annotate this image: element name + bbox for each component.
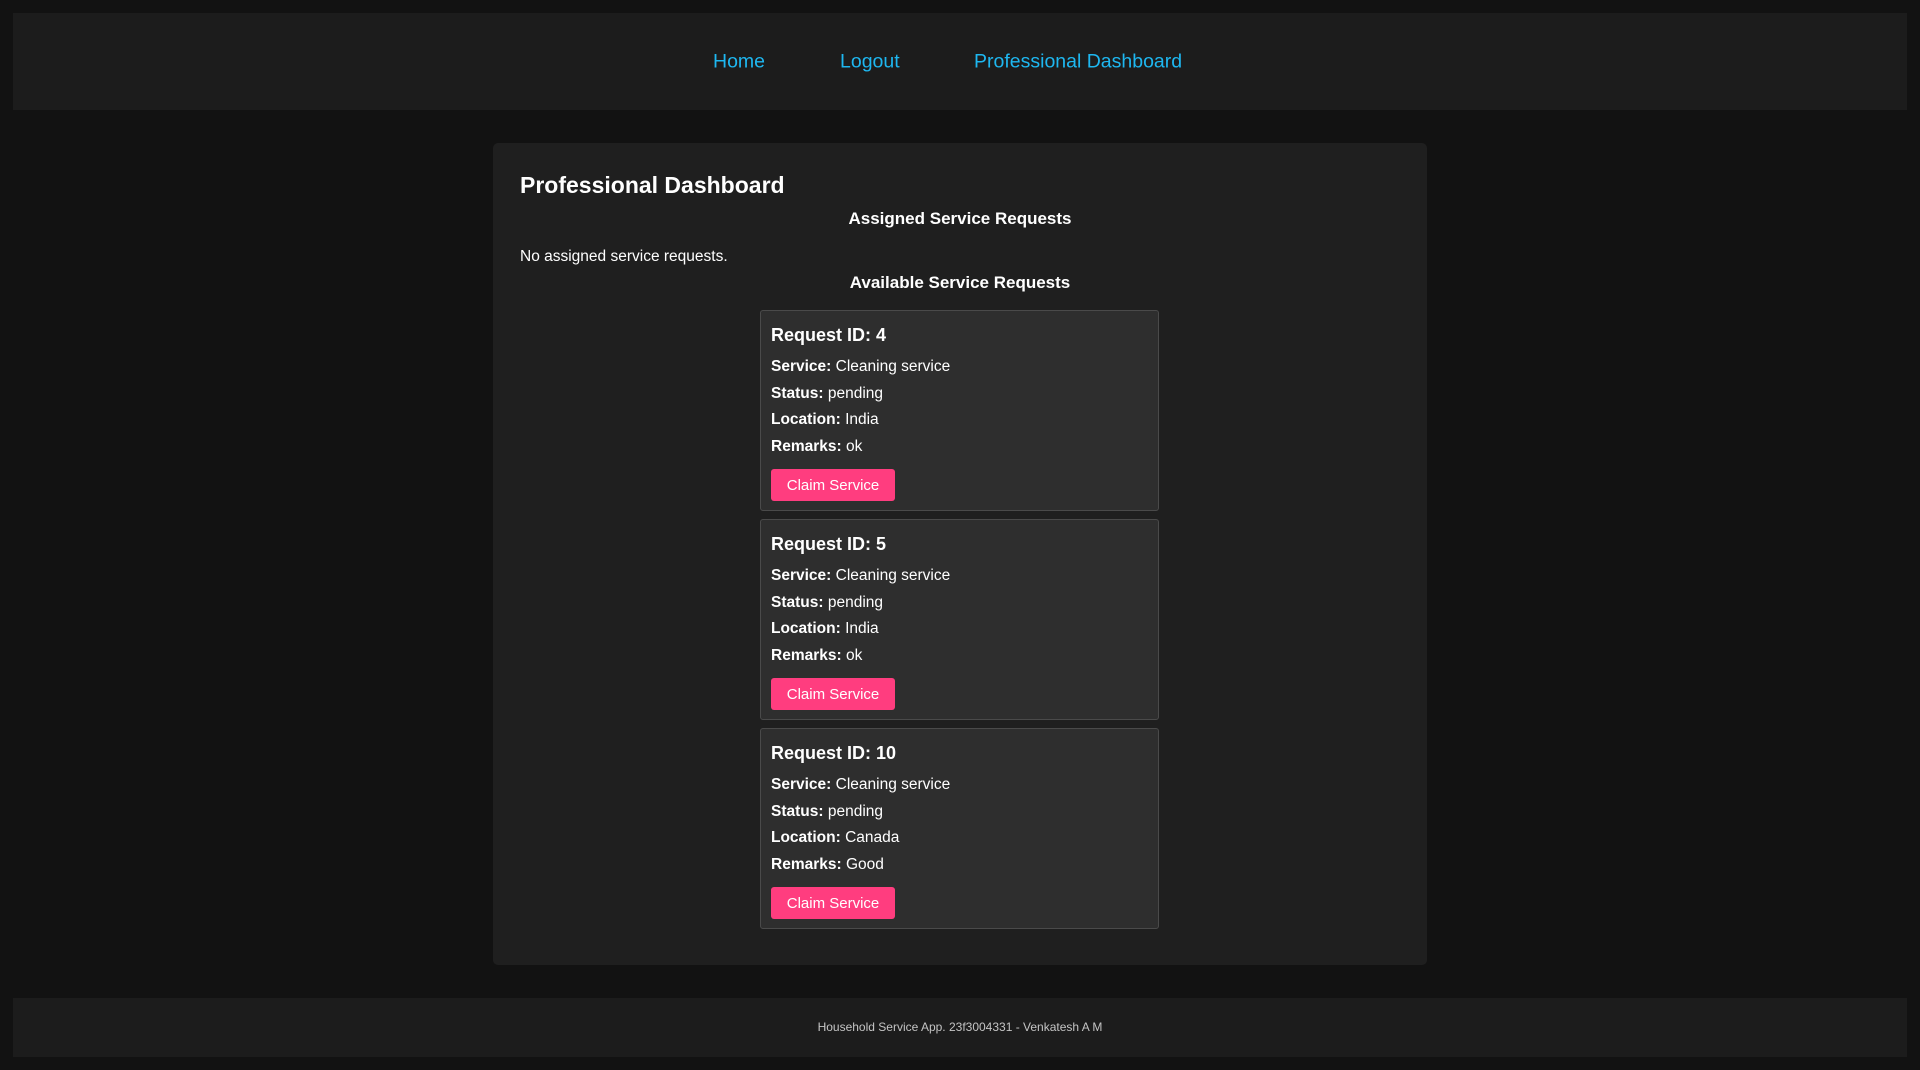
status-label: Status: — [771, 803, 824, 820]
request-location: Location: India — [771, 621, 879, 637]
claim-service-button[interactable]: Claim Service — [771, 887, 895, 919]
service-label: Service: — [771, 776, 832, 793]
page-title: Professional Dashboard — [520, 172, 785, 198]
nav-link-professional-dashboard[interactable]: Professional Dashboard — [974, 51, 1182, 74]
service-label: Service: — [771, 358, 832, 375]
request-service: Service: Cleaning service — [771, 777, 950, 793]
request-location: Location: Canada — [771, 830, 899, 846]
location-label: Location: — [771, 829, 841, 846]
nav-link-home[interactable]: Home — [713, 51, 765, 74]
remarks-label: Remarks: — [771, 647, 842, 664]
request-card: Request ID: 5 Service: Cleaning service … — [760, 519, 1159, 720]
request-card: Request ID: 10 Service: Cleaning service… — [760, 728, 1159, 929]
service-value: Cleaning service — [835, 358, 951, 375]
status-label: Status: — [771, 385, 824, 402]
remarks-value: ok — [845, 438, 863, 455]
location-value: Canada — [845, 829, 900, 846]
remarks-label: Remarks: — [771, 438, 842, 455]
claim-service-button[interactable]: Claim Service — [771, 469, 895, 501]
assigned-requests-heading: Assigned Service Requests — [848, 209, 1072, 228]
location-label: Location: — [771, 620, 841, 637]
request-status: Status: pending — [771, 595, 883, 611]
no-assigned-requests-message: No assigned service requests. — [520, 248, 728, 265]
nav-link-logout[interactable]: Logout — [840, 51, 900, 74]
footer-text: Household Service App. 23f3004331 - Venk… — [817, 1020, 1103, 1034]
service-value: Cleaning service — [835, 567, 951, 584]
service-label: Service: — [771, 567, 832, 584]
footer: Household Service App. 23f3004331 - Venk… — [13, 998, 1907, 1057]
remarks-label: Remarks: — [771, 856, 842, 873]
request-location: Location: India — [771, 412, 879, 428]
claim-service-button[interactable]: Claim Service — [771, 678, 895, 710]
request-status: Status: pending — [771, 386, 883, 402]
request-title: Request ID: 4 — [771, 325, 887, 345]
available-requests-heading: Available Service Requests — [849, 273, 1071, 292]
request-service: Service: Cleaning service — [771, 568, 950, 584]
request-remarks: Remarks: ok — [771, 439, 862, 455]
request-title: Request ID: 5 — [771, 534, 887, 554]
request-remarks: Remarks: Good — [771, 857, 884, 873]
request-card: Request ID: 4 Service: Cleaning service … — [760, 310, 1159, 511]
location-value: India — [845, 411, 879, 428]
service-value: Cleaning service — [835, 776, 951, 793]
remarks-value: ok — [845, 647, 863, 664]
status-value: pending — [827, 803, 884, 820]
remarks-value: Good — [845, 856, 884, 873]
request-status: Status: pending — [771, 804, 883, 820]
request-remarks: Remarks: ok — [771, 648, 862, 664]
location-value: India — [845, 620, 879, 637]
request-service: Service: Cleaning service — [771, 359, 950, 375]
status-value: pending — [827, 385, 884, 402]
dashboard-panel: Professional Dashboard Assigned Service … — [493, 143, 1427, 965]
location-label: Location: — [771, 411, 841, 428]
request-title: Request ID: 10 — [771, 743, 897, 763]
top-navbar: Home Logout Professional Dashboard — [13, 13, 1907, 110]
status-label: Status: — [771, 594, 824, 611]
status-value: pending — [827, 594, 884, 611]
